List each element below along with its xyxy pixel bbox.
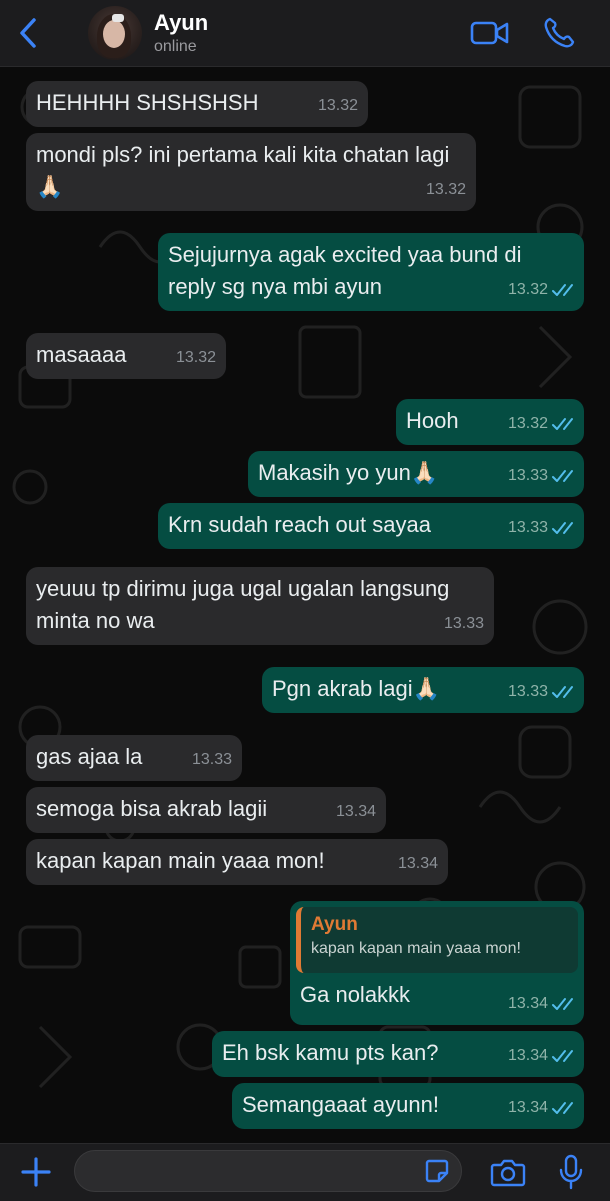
outgoing-message[interactable]: Krn sudah reach out sayaa 13.33 <box>158 503 584 549</box>
message-meta: 13.34 <box>508 988 574 1020</box>
chat-area[interactable]: HEHHHH SHSHSHSH 13.32 mondi pls? ini perta… <box>0 67 610 1143</box>
message-time: 13.33 <box>507 683 548 700</box>
incoming-message[interactable]: kapan kapan main yaaa mon! 13.34 <box>26 839 448 885</box>
incoming-message[interactable]: mondi pls? ini pertama kali kita chatan … <box>26 133 476 211</box>
message-meta: 13.33 <box>444 608 484 640</box>
message-meta: 13.34 <box>508 1040 574 1072</box>
chat-header: Ayun online <box>0 0 610 67</box>
message-time: 13.33 <box>443 615 484 632</box>
message-meta: 13.34 <box>508 1092 574 1124</box>
incoming-message[interactable]: semoga bisa akrab lagii 13.34 <box>26 787 386 833</box>
double-check-icon <box>552 522 573 534</box>
double-check-icon <box>552 284 573 296</box>
outgoing-message[interactable]: Makasih yo yun🙏🏻 13.33 <box>248 451 584 497</box>
double-check-icon <box>552 418 573 430</box>
message-time: 13.32 <box>507 281 548 298</box>
message-meta: 13.34 <box>336 796 376 828</box>
message-meta: 13.32 <box>318 90 358 122</box>
message-text: kapan kapan main yaaa mon! <box>36 848 325 873</box>
outgoing-message[interactable]: Pgn akrab lagi🙏🏻 13.33 <box>262 667 584 713</box>
message-time: 13.32 <box>425 181 466 198</box>
message-time: 13.32 <box>317 97 358 114</box>
contact-status: online <box>154 38 197 55</box>
outgoing-message[interactable]: Hooh 13.32 <box>396 399 584 445</box>
message-time: 13.33 <box>507 467 548 484</box>
message-time: 13.32 <box>507 415 548 432</box>
message-time: 13.34 <box>507 1099 548 1116</box>
message-meta: 13.34 <box>398 848 438 880</box>
message-meta: 13.32 <box>426 174 466 206</box>
plus-icon[interactable] <box>20 1156 52 1188</box>
double-check-icon <box>552 1050 573 1062</box>
message-meta: 13.32 <box>176 342 216 374</box>
message-time: 13.34 <box>507 1047 548 1064</box>
outgoing-message[interactable]: Semangaaat ayunn! 13.34 <box>232 1083 584 1129</box>
incoming-message[interactable]: masaaaa 13.32 <box>26 333 226 379</box>
incoming-message[interactable]: HEHHHH SHSHSHSH 13.32 <box>26 81 368 127</box>
incoming-message[interactable]: gas ajaa la 13.33 <box>26 735 242 781</box>
incoming-message[interactable]: yeuuu tp dirimu juga ugal ugalan langsun… <box>26 567 494 645</box>
message-meta: 13.33 <box>508 460 574 492</box>
quoted-message[interactable]: Ayun kapan kapan main yaaa mon! <box>296 907 578 973</box>
quoted-sender: Ayun <box>311 914 358 935</box>
message-text: mondi pls? ini pertama kali kita chatan … <box>36 142 450 199</box>
double-check-icon <box>552 470 573 482</box>
message-meta: 13.33 <box>508 676 574 708</box>
quoted-text: kapan kapan main yaaa mon! <box>311 940 521 957</box>
message-time: 13.34 <box>507 995 548 1012</box>
outgoing-message[interactable]: Eh bsk kamu pts kan? 13.34 <box>212 1031 584 1077</box>
message-text: yeuuu tp dirimu juga ugal ugalan langsun… <box>36 576 450 633</box>
message-time: 13.32 <box>175 349 216 366</box>
microphone-icon[interactable] <box>558 1154 584 1190</box>
phone-icon[interactable] <box>542 16 576 50</box>
composer-bar <box>0 1143 610 1201</box>
message-text: HEHHHH SHSHSHSH <box>36 90 259 115</box>
message-time: 13.33 <box>507 519 548 536</box>
contact-avatar[interactable] <box>88 6 142 60</box>
message-meta: 13.32 <box>508 408 574 440</box>
sticker-icon[interactable] <box>424 1158 450 1184</box>
message-time: 13.34 <box>397 855 438 872</box>
camera-icon[interactable] <box>490 1156 526 1188</box>
message-meta: 13.33 <box>192 744 232 776</box>
video-camera-icon[interactable] <box>470 18 510 48</box>
message-time: 13.34 <box>335 803 376 820</box>
contact-name[interactable]: Ayun <box>154 10 208 36</box>
outgoing-message[interactable]: Sejujurnya agak excited yaa bund di repl… <box>158 233 584 311</box>
message-time: 13.33 <box>191 751 232 768</box>
message-text: semoga bisa akrab lagii <box>36 796 268 821</box>
double-check-icon <box>552 686 573 698</box>
double-check-icon <box>552 1102 573 1114</box>
back-chevron-icon[interactable] <box>14 14 44 52</box>
double-check-icon <box>552 998 573 1010</box>
outgoing-message[interactable]: Ayun kapan kapan main yaaa mon! Ga nolakkk… <box>290 901 584 1025</box>
message-text: Ga nolakkk <box>300 982 411 1007</box>
message-input[interactable] <box>74 1150 462 1192</box>
message-meta: 13.33 <box>508 512 574 544</box>
message-meta: 13.32 <box>508 274 574 306</box>
